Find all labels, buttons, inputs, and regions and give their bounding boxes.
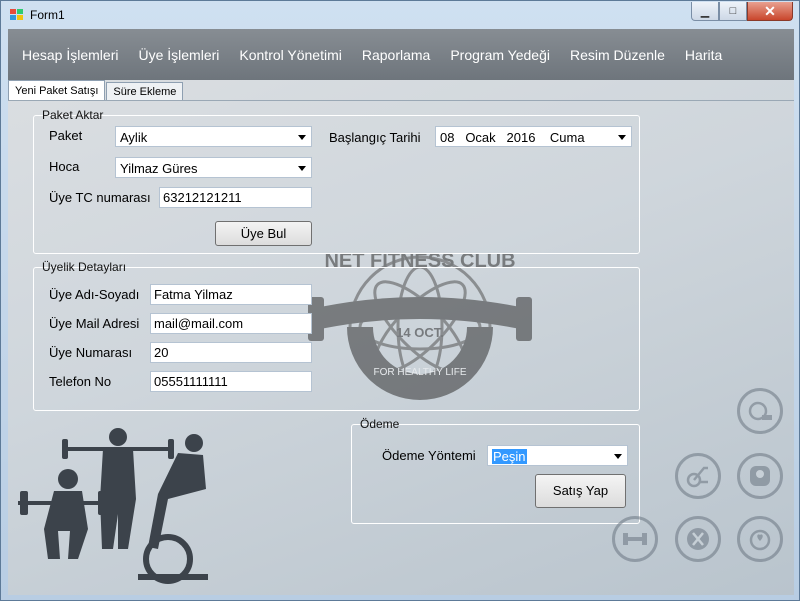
paket-combo[interactable]: Aylik [115,126,312,147]
app-icon [10,9,23,21]
tab-sure-ekleme[interactable]: Süre Ekleme [106,82,184,101]
mail-input[interactable]: mail@mail.com [150,313,312,334]
window-title: Form1 [30,8,65,22]
satis-yap-button[interactable]: Satış Yap [535,474,626,508]
chevron-down-icon[interactable] [298,135,306,140]
tc-label: Üye TC numarası [49,190,151,205]
chevron-down-icon[interactable] [618,135,626,140]
hoca-combo-value: Yilmaz Güres [120,161,198,176]
title-bar[interactable]: Form1 ▁ □ ✕ [1,1,799,29]
menu-program-yedegi[interactable]: Program Yedeği [440,47,560,63]
menu-uye-islemleri[interactable]: Üye İşlemleri [128,47,229,63]
baslangic-tarihi-label: Başlangıç Tarihi [329,130,421,145]
date-day: 08 [440,130,455,145]
number-label: Üye Numarası [49,345,133,360]
menu-harita[interactable]: Harita [675,47,732,63]
payment-method-value: Peşin [492,449,527,464]
menu-raporlama[interactable]: Raporlama [352,47,440,63]
name-input[interactable]: Fatma Yilmaz [150,284,312,305]
hoca-combo[interactable]: Yilmaz Güres [115,157,312,178]
menu-kontrol-yonetimi[interactable]: Kontrol Yönetimi [229,47,351,63]
minimize-button[interactable]: ▁ [691,2,719,21]
date-month: Ocak [465,130,496,145]
date-year: 2016 [506,130,536,145]
paket-aktar-group-label: Paket Aktar [42,108,104,122]
paket-label: Paket [49,128,83,143]
payment-method-label: Ödeme Yöntemi [382,448,476,463]
athletes-silhouette [18,428,208,584]
scale-icon [737,453,783,499]
number-input[interactable]: 20 [150,342,312,363]
tab-page: NET FITNESS CLUB 14 OCT. FOR HEALTHY LIF… [8,100,794,595]
tape-measure-icon [737,388,783,434]
start-date-picker[interactable]: 08 Ocak 2016 Cuma [435,126,632,147]
name-label: Üye Adı-Soyadı [49,287,140,302]
stopwatch-icon [737,516,783,562]
dumbbell-icon [612,516,658,562]
mail-label: Üye Mail Adresi [49,316,140,331]
chevron-down-icon[interactable] [614,454,622,459]
menu-hesap-islemleri[interactable]: Hesap İşlemleri [12,47,128,63]
payment-method-combo[interactable]: Peşin [487,445,628,466]
odeme-group-label: Ödeme [360,417,400,431]
close-button[interactable]: ✕ [747,2,793,21]
phone-label: Telefon No [49,374,112,389]
hoca-label: Hoca [49,159,80,174]
tab-yeni-paket-satisi[interactable]: Yeni Paket Satışı [8,80,106,101]
main-window: Form1 ▁ □ ✕ Hesap İşlemleri Üye İşlemler… [0,0,800,601]
tc-input[interactable]: 63212121211 [159,187,312,208]
uyelik-detaylari-group-label: Üyelik Detayları [42,260,127,274]
date-weekday: Cuma [549,130,585,145]
paket-combo-value: Aylik [120,130,148,145]
uye-bul-button[interactable]: Üye Bul [215,221,312,246]
chevron-down-icon[interactable] [298,166,306,171]
menu-bar: Hesap İşlemleri Üye İşlemleri Kontrol Yö… [8,29,794,80]
nutrition-icon [675,516,721,562]
form-client-area: Hesap İşlemleri Üye İşlemleri Kontrol Yö… [8,29,794,595]
tab-strip: Yeni Paket Satışı Süre Ekleme [8,80,184,102]
maximize-button[interactable]: □ [719,2,747,21]
menu-resim-duzenle[interactable]: Resim Düzenle [560,47,675,63]
exercise-bike-icon [675,453,721,499]
phone-input[interactable]: 05551111111 [150,371,312,392]
